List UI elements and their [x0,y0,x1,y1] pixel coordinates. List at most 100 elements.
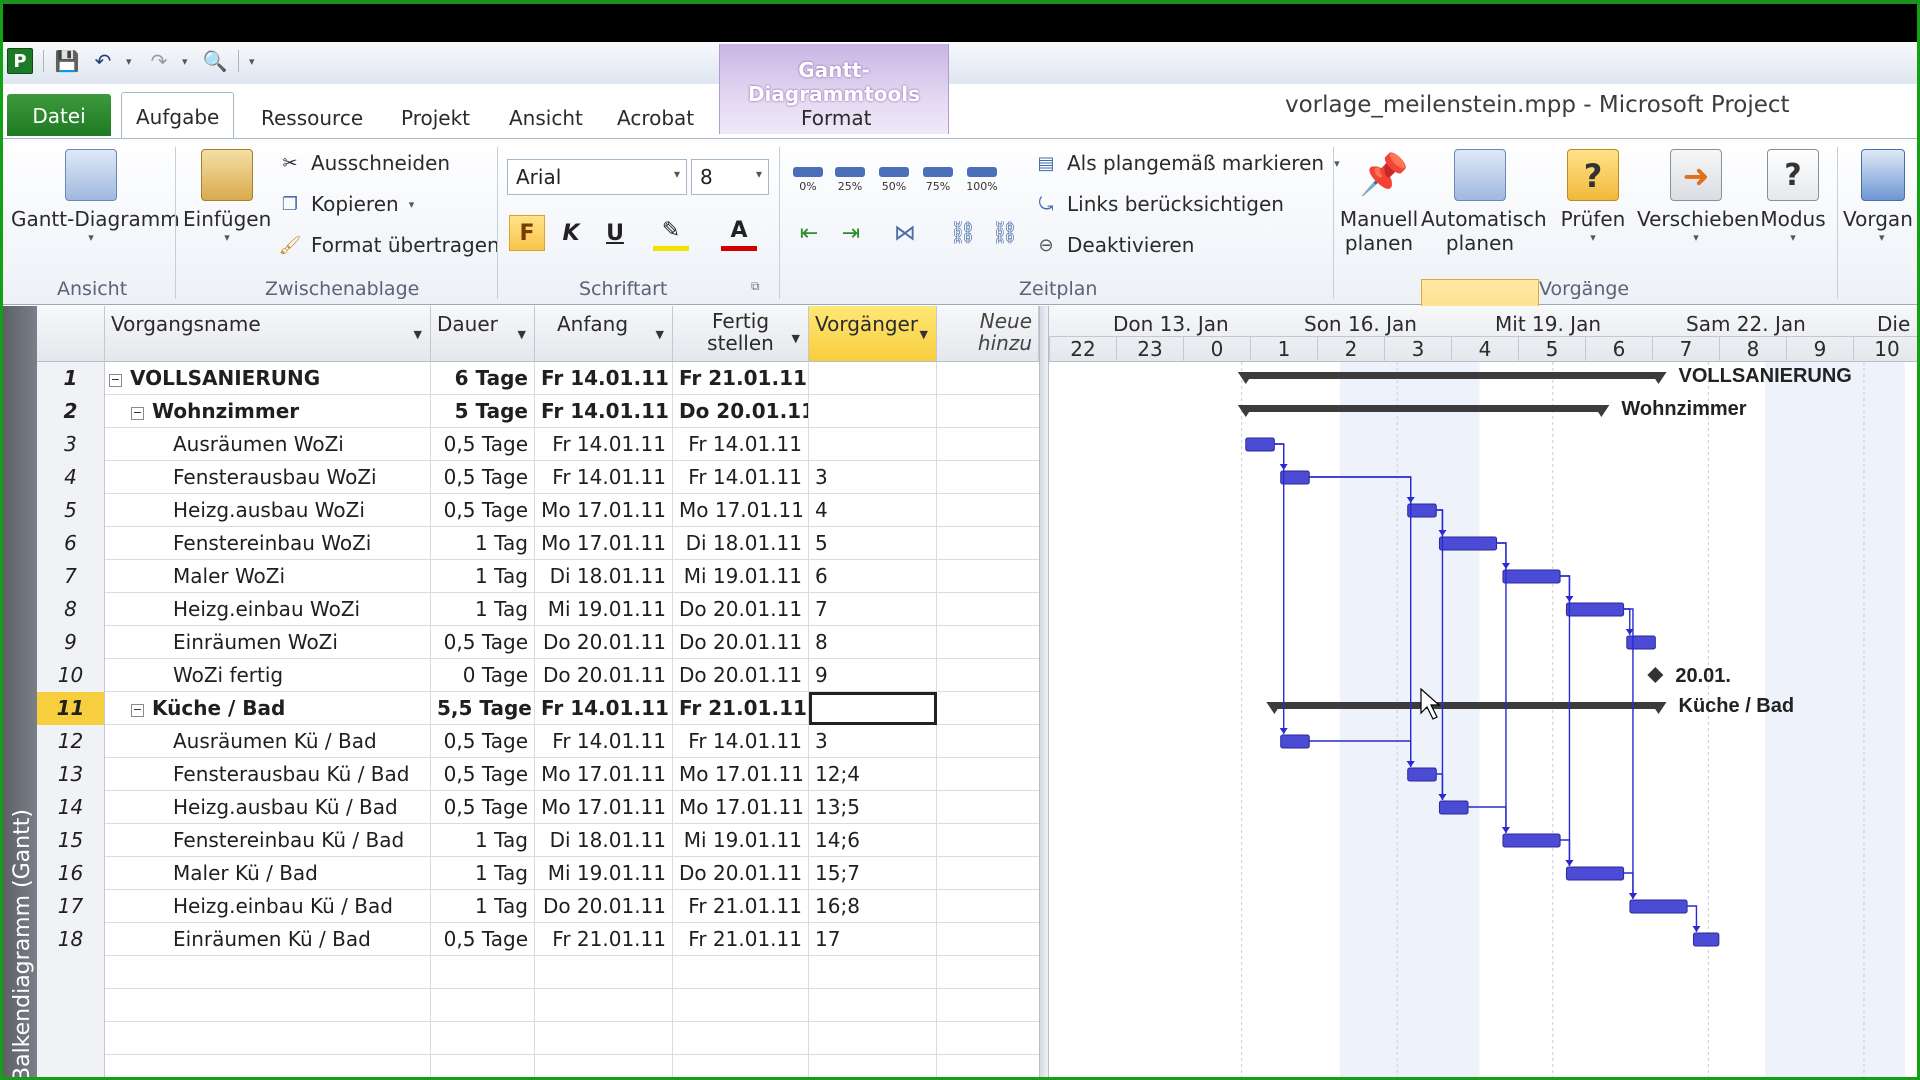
percent-0-button[interactable]: 0% [791,167,825,193]
tab-format[interactable]: Format [787,98,885,138]
finish-cell[interactable]: Do 20.01.11 [673,659,809,692]
task-bar[interactable] [1626,635,1656,650]
summary-bar[interactable] [1245,372,1659,379]
task-bar[interactable] [1629,899,1688,914]
row-id[interactable] [37,1055,105,1077]
task-name-cell[interactable]: Fensterausbau Kü / Bad [105,758,431,791]
add-new-column-cell[interactable] [937,890,1039,923]
finish-cell[interactable]: Mo 17.01.11 [673,791,809,824]
collapse-toggle-icon[interactable]: − [131,704,144,717]
table-row[interactable]: 6 Fenstereinbau WoZi 1 Tag Mo 17.01.11 Di 18… [37,527,1039,560]
task-name-cell[interactable]: − VOLLSANIERUNG [105,362,431,395]
start-cell[interactable]: Fr 14.01.11 [535,395,673,428]
table-row[interactable]: 12 Ausräumen Kü / Bad 0,5 Tage Fr 14.01.11 F… [37,725,1039,758]
percent-25-button[interactable]: 25% [833,167,867,193]
task-bar[interactable] [1438,800,1469,815]
start-cell[interactable]: Mo 17.01.11 [535,527,673,560]
copy-button[interactable]: ❐ Kopieren ▾ [279,192,414,216]
task-name-cell[interactable]: Einräumen WoZi [105,626,431,659]
percent-100-button[interactable]: 100% [965,167,999,193]
predecessors-cell[interactable] [809,692,937,725]
undo-dropdown-icon[interactable]: ▾ [126,55,136,68]
tab-ansicht[interactable]: Ansicht [495,98,597,138]
split-task-icon[interactable]: ⋈ [887,215,923,251]
duration-cell[interactable]: 0,5 Tage [431,791,535,824]
duration-cell[interactable]: 1 Tag [431,527,535,560]
milestone-marker[interactable] [1647,667,1664,683]
predecessors-cell[interactable]: 7 [809,593,937,626]
task-name-cell[interactable]: Einräumen Kü / Bad [105,923,431,956]
bold-button[interactable]: F [509,215,545,251]
task-name-cell[interactable]: Heizg.einbau Kü / Bad [105,890,431,923]
row-id[interactable]: 14 [37,791,105,824]
table-row[interactable]: 5 Heizg.ausbau WoZi 0,5 Tage Mo 17.01.11 Mo … [37,494,1039,527]
summary-bar[interactable] [1245,405,1602,412]
finish-cell[interactable]: Fr 21.01.11 [673,362,809,395]
task-name-cell[interactable]: Fenstereinbau WoZi [105,527,431,560]
move-button[interactable]: ➜ Verschieben ▾ [1637,149,1759,244]
table-row[interactable]: 7 Maler WoZi 1 Tag Di 18.01.11 Mi 19.01.11 6 [37,560,1039,593]
tab-projekt[interactable]: Projekt [387,98,484,138]
finish-cell[interactable]: Do 20.01.11 [673,857,809,890]
add-new-column-cell[interactable] [937,461,1039,494]
predecessors-cell[interactable] [809,1022,937,1055]
add-new-column-cell[interactable] [937,1055,1039,1077]
add-new-column-cell[interactable] [937,791,1039,824]
outdent-icon[interactable]: ⇤ [791,215,827,251]
predecessors-cell[interactable]: 13;5 [809,791,937,824]
task-bar[interactable] [1407,767,1437,782]
column-filter-icon[interactable]: ▼ [920,328,928,341]
view-bar[interactable]: Balkendiagramm (Gantt) [3,306,37,1077]
duration-cell[interactable]: 0,5 Tage [431,494,535,527]
row-id[interactable]: 8 [37,593,105,626]
table-row[interactable]: 4 Fensterausbau WoZi 0,5 Tage Fr 14.01.11 Fr… [37,461,1039,494]
undo-icon[interactable]: ↶ [90,48,116,74]
task-name-cell[interactable]: Heizg.einbau WoZi [105,593,431,626]
task-name-cell[interactable] [105,1055,431,1077]
predecessors-cell[interactable]: 6 [809,560,937,593]
predecessors-cell[interactable] [809,956,937,989]
table-row[interactable]: 14 Heizg.ausbau Kü / Bad 0,5 Tage Mo 17.01.… [37,791,1039,824]
table-row[interactable]: 13 Fensterausbau Kü / Bad 0,5 Tage Mo 17.01… [37,758,1039,791]
font-dialog-launcher-icon[interactable]: ⧉ [751,279,760,294]
highlight-color-icon[interactable]: ✎ [653,215,689,251]
duration-cell[interactable]: 0,5 Tage [431,758,535,791]
font-color-button[interactable]: A [721,215,757,251]
redo-icon[interactable]: ↷ [146,48,172,74]
task-name-cell[interactable]: Heizg.ausbau Kü / Bad [105,791,431,824]
finish-cell[interactable]: Mo 17.01.11 [673,494,809,527]
table-row[interactable]: 10 WoZi fertig 0 Tage Do 20.01.11 Do 20.01.1… [37,659,1039,692]
respect-links-button[interactable]: ⤿ Links berücksichtigen [1035,192,1284,216]
add-new-column-cell[interactable] [937,1022,1039,1055]
predecessors-cell[interactable] [809,428,937,461]
column-filter-icon[interactable]: ▼ [414,328,422,341]
start-cell[interactable]: Mo 17.01.11 [535,758,673,791]
start-cell[interactable]: Di 18.01.11 [535,824,673,857]
predecessors-cell[interactable] [809,362,937,395]
column-filter-icon[interactable]: ▼ [518,328,526,341]
finish-cell[interactable]: Di 18.01.11 [673,527,809,560]
start-cell[interactable] [535,956,673,989]
predecessors-cell[interactable]: 3 [809,461,937,494]
duration-cell[interactable]: 0,5 Tage [431,428,535,461]
summary-bar[interactable] [1274,702,1659,709]
task-bar[interactable] [1438,536,1498,551]
add-new-column-cell[interactable] [937,560,1039,593]
table-row[interactable]: 11− Küche / Bad 5,5 Tage Fr 14.01.11 Fr 21.0… [37,692,1039,725]
duration-cell[interactable]: 1 Tag [431,593,535,626]
start-cell[interactable]: Mi 19.01.11 [535,857,673,890]
project-app-icon[interactable]: P [7,48,33,74]
predecessors-cell[interactable]: 15;7 [809,857,937,890]
percent-75-button[interactable]: 75% [921,167,955,193]
column-filter-icon[interactable]: ▼ [656,328,664,341]
task-name-cell[interactable]: WoZi fertig [105,659,431,692]
start-cell[interactable] [535,1022,673,1055]
table-row[interactable]: 2− Wohnzimmer 5 Tage Fr 14.01.11 Do 20.01.11 [37,395,1039,428]
task-name-cell[interactable]: Fenstereinbau Kü / Bad [105,824,431,857]
inspect-button[interactable]: ? Prüfen ▾ [1557,149,1629,244]
finish-cell[interactable] [673,1022,809,1055]
table-row[interactable]: 9 Einräumen WoZi 0,5 Tage Do 20.01.11 Do 20.… [37,626,1039,659]
add-new-column-cell[interactable] [937,428,1039,461]
predecessors-cell[interactable]: 14;6 [809,824,937,857]
column-header-name[interactable]: Vorgangsname ▼ [105,306,431,362]
